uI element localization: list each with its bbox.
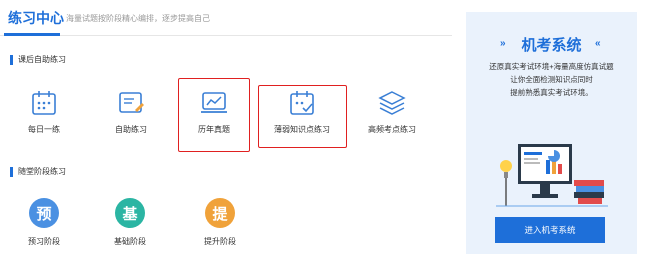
page-title[interactable]: 练习中心 — [8, 8, 64, 28]
computer-illustration-icon — [496, 144, 608, 207]
stack-layers-icon — [378, 91, 406, 115]
exam-system-title: 机考系统 — [521, 37, 582, 54]
practice-item-self[interactable]: 自助练习 — [99, 88, 163, 135]
section-label: 随堂阶段练习 — [18, 167, 66, 176]
practice-item-high-frequency[interactable]: 高频考点练习 — [360, 88, 424, 135]
stage-label: 提升阶段 — [204, 237, 236, 246]
stage-preview[interactable]: 预 预习阶段 — [12, 198, 76, 247]
section-marker — [10, 54, 13, 65]
section-heading-stage-practice: 随堂阶段练习 — [10, 166, 66, 177]
stage-label: 基础阶段 — [114, 237, 146, 246]
calendar-icon — [32, 91, 56, 115]
writing-board-icon — [119, 92, 144, 113]
practice-item-label: 自助练习 — [115, 125, 147, 134]
exam-system-panel: » 机考系统 « 还原真实考试环境+海量高度仿真试题 让你全面检测知识点同时 提… — [466, 12, 637, 254]
practice-item-label: 历年真题 — [198, 125, 230, 134]
practice-item-daily[interactable]: 每日一练 — [12, 88, 76, 135]
exam-system-description: 还原真实考试环境+海量高度仿真试题 让你全面检测知识点同时 提前熟悉真实考试环境… — [474, 60, 629, 99]
description-line: 提前熟悉真实考试环境。 — [510, 88, 593, 97]
practice-item-past-exams[interactable]: 历年真题 — [182, 88, 246, 135]
stage-preview-icon: 预 — [29, 198, 59, 228]
section-label: 课后自助练习 — [18, 55, 66, 64]
practice-item-label: 高频考点练习 — [368, 125, 416, 134]
section-heading-self-practice: 课后自助练习 — [10, 54, 66, 65]
stage-label: 预习阶段 — [28, 237, 60, 246]
practice-center-header: 练习中心 海量试题按阶段精心编排，逐步提高自己 — [0, 0, 452, 36]
description-line: 让你全面检测知识点同时 — [510, 75, 593, 84]
description-line: 还原真实考试环境+海量高度仿真试题 — [489, 62, 614, 71]
practice-item-label: 每日一练 — [28, 125, 60, 134]
practice-item-weak-points[interactable]: 薄弱知识点练习 — [270, 88, 334, 135]
stage-basic[interactable]: 基 基础阶段 — [98, 198, 162, 247]
stage-basic-icon: 基 — [115, 198, 145, 228]
page-subtitle: 海量试题按阶段精心编排，逐步提高自己 — [66, 14, 210, 23]
chevron-left-icon: « — [595, 38, 600, 49]
enter-exam-system-button[interactable]: 进入机考系统 — [495, 217, 605, 243]
calendar-check-icon — [290, 91, 314, 115]
active-tab-underline — [4, 33, 60, 36]
practice-item-label: 薄弱知识点练习 — [274, 125, 330, 134]
section-marker — [10, 166, 13, 177]
stage-advanced[interactable]: 提 提升阶段 — [188, 198, 252, 247]
monitor-chart-icon — [201, 92, 227, 113]
stage-advanced-icon: 提 — [205, 198, 235, 228]
